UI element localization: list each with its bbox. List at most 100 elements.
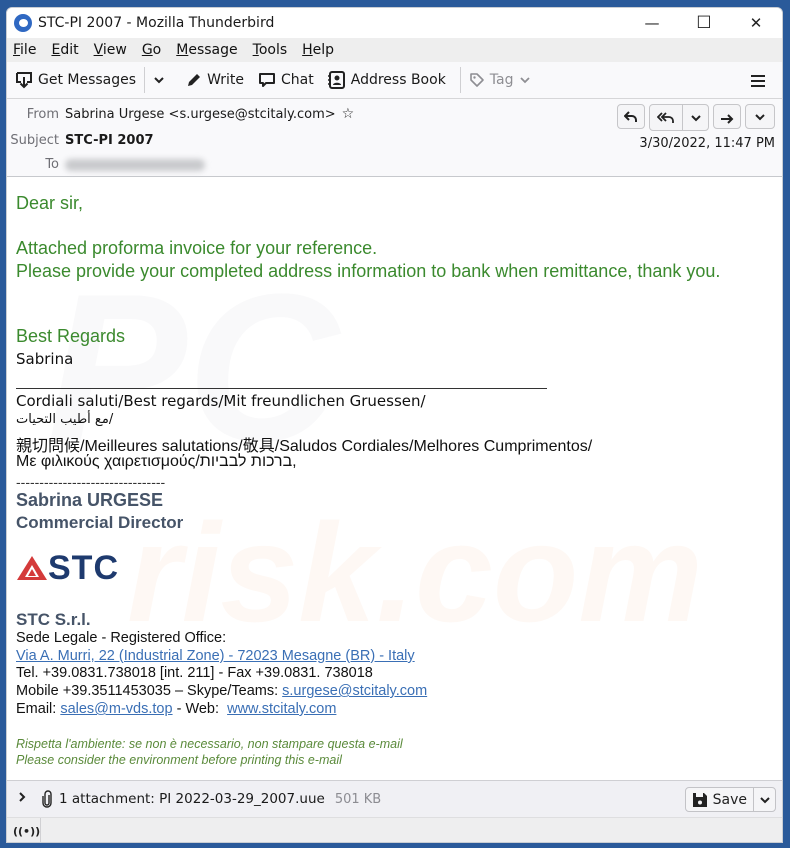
signature-name: Sabrina URGESE	[16, 490, 164, 510]
tel-line: Tel. +39.0831.738018 [int. 211] - Fax +3…	[16, 665, 373, 681]
from-value[interactable]: Sabrina Urgese <s.urgese@stcitaly.com>	[65, 107, 336, 122]
footer-italian: Rispetta l'ambiente: se non è necessario…	[16, 737, 403, 751]
broadcast-icon: ((•))	[13, 824, 41, 838]
body-line-2: Please provide your completed address in…	[16, 261, 721, 281]
menu-message[interactable]: Message	[176, 42, 237, 58]
minimize-icon: —	[644, 14, 660, 32]
address-link[interactable]: Via A. Murri, 22 (Industrial Zone) - 720…	[16, 648, 415, 664]
window-title: STC-PI 2007 - Mozilla Thunderbird	[38, 15, 275, 31]
maximize-icon: ☐	[696, 13, 712, 33]
star-icon[interactable]: ☆	[342, 106, 355, 122]
get-messages-dropdown[interactable]	[153, 74, 170, 86]
thunderbird-logo-icon	[14, 14, 32, 32]
chevron-down-icon	[154, 77, 164, 84]
web-label: - Web:	[172, 701, 228, 717]
to-row: To	[7, 157, 205, 172]
chevron-down-icon	[519, 77, 530, 84]
office-label: Sede Legale - Registered Office:	[16, 630, 227, 646]
main-toolbar: Get Messages Write Chat Address Book Tag	[7, 62, 782, 99]
download-tray-icon	[16, 72, 32, 89]
signature-title: Commercial Director	[16, 513, 184, 532]
chevron-down-icon	[759, 796, 770, 803]
attachment-bar[interactable]: 1 attachment: PI 2022-03-29_2007.uue 501…	[7, 780, 782, 817]
save-dropdown[interactable]	[753, 788, 775, 811]
expand-attachments-icon[interactable]	[17, 791, 27, 807]
get-messages-button[interactable]: Get Messages	[15, 71, 136, 89]
message-date: 3/30/2022, 11:47 PM	[639, 136, 775, 151]
reply-all-button[interactable]	[650, 105, 682, 130]
closing: Best Regards	[16, 326, 126, 346]
footer-english: Please consider the environment before p…	[16, 753, 342, 767]
toolbar-separator	[459, 67, 461, 93]
logo-text: STC	[48, 549, 119, 587]
chat-button[interactable]: Chat	[258, 72, 314, 88]
get-messages-label: Get Messages	[38, 72, 137, 88]
floppy-disk-icon	[692, 792, 707, 807]
email-link[interactable]: sales@m-vds.top	[60, 701, 172, 717]
reply-all-dropdown[interactable]	[682, 105, 708, 130]
from-label: From	[26, 106, 59, 122]
multilang-line-1: Cordiali saluti/Best regards/Mit freundl…	[16, 392, 426, 410]
menu-go[interactable]: Go	[142, 42, 161, 58]
message-actions	[613, 104, 775, 131]
menu-view[interactable]: View	[94, 42, 127, 58]
to-label: To	[45, 157, 59, 172]
menu-bar: File Edit View Go Message Tools Help	[7, 38, 782, 62]
web-link[interactable]: www.stcitaly.com	[227, 701, 336, 717]
save-label: Save	[712, 791, 747, 808]
subject-value: STC-PI 2007	[65, 133, 154, 148]
paperclip-icon	[42, 790, 52, 808]
address-book-button[interactable]: Address Book	[327, 71, 446, 89]
write-button[interactable]: Write	[186, 72, 244, 88]
signature-dashes: --------------------------------	[16, 474, 166, 490]
reply-all-group	[649, 104, 709, 131]
toolbar-separator	[144, 67, 146, 93]
attachment-name[interactable]: 1 attachment: PI 2022-03-29_2007.uue	[59, 791, 325, 807]
pencil-icon	[188, 74, 201, 86]
menu-tools[interactable]: Tools	[253, 42, 288, 58]
forward-arrow-icon	[721, 113, 734, 124]
message-body: PC risk.com Dear sir, Attached proforma …	[7, 183, 782, 778]
subject-label: Subject	[10, 133, 59, 148]
chat-bubble-icon	[259, 73, 276, 87]
close-icon: ✕	[749, 14, 763, 32]
email-label: Email:	[16, 701, 61, 717]
sender-first-name: Sabrina	[16, 350, 74, 368]
tag-button[interactable]: Tag	[469, 72, 536, 88]
greeting: Dear sir,	[16, 193, 84, 213]
app-menu-button[interactable]	[750, 72, 766, 93]
menu-file[interactable]: File	[13, 42, 36, 58]
maximize-button[interactable]: ☐	[678, 8, 730, 38]
title-bar: STC-PI 2007 - Mozilla Thunderbird — ☐ ✕	[7, 8, 782, 38]
chevron-down-icon	[755, 113, 765, 120]
save-button[interactable]: Save	[686, 788, 753, 811]
body-line-1: Attached proforma invoice for your refer…	[16, 238, 378, 258]
mobile-text: Mobile +39.3511453035 – Skype/Teams:	[16, 683, 283, 699]
multilang-line-4: Με φιλικούς χαιρετισμούς/ברכות לבביות,	[16, 453, 297, 470]
email-line: Email: sales@m-vds.top - Web: www.stcita…	[16, 701, 336, 719]
stc-triangle-icon	[17, 556, 47, 580]
minimize-button[interactable]: —	[626, 8, 678, 38]
attachment-size: 501 KB	[334, 791, 382, 807]
address-book-label: Address Book	[350, 72, 446, 88]
menu-help[interactable]: Help	[302, 42, 334, 58]
reply-icon	[624, 110, 637, 122]
online-status-button[interactable]: ((•))	[13, 817, 41, 842]
contact-card-icon	[327, 71, 345, 89]
reply-button[interactable]	[617, 104, 645, 129]
hamburger-menu-icon	[751, 75, 765, 87]
more-actions-button[interactable]	[745, 104, 775, 129]
skype-link[interactable]: s.urgese@stcitaly.com	[282, 683, 427, 699]
subject-row: Subject STC-PI 2007	[7, 133, 154, 148]
message-header: From Sabrina Urgese <s.urgese@stcitaly.c…	[7, 99, 782, 177]
address-line: Via A. Murri, 22 (Industrial Zone) - 720…	[16, 648, 415, 666]
forward-button[interactable]	[713, 104, 741, 129]
close-button[interactable]: ✕	[730, 8, 782, 38]
to-value-redacted[interactable]	[65, 158, 205, 171]
thunderbird-window: STC-PI 2007 - Mozilla Thunderbird — ☐ ✕ …	[6, 7, 783, 843]
reply-all-icon	[657, 111, 674, 123]
menu-edit[interactable]: Edit	[51, 42, 78, 58]
stc-logo: STC	[16, 551, 119, 585]
save-attachment-group: Save	[684, 787, 776, 812]
tag-label: Tag	[489, 72, 514, 88]
